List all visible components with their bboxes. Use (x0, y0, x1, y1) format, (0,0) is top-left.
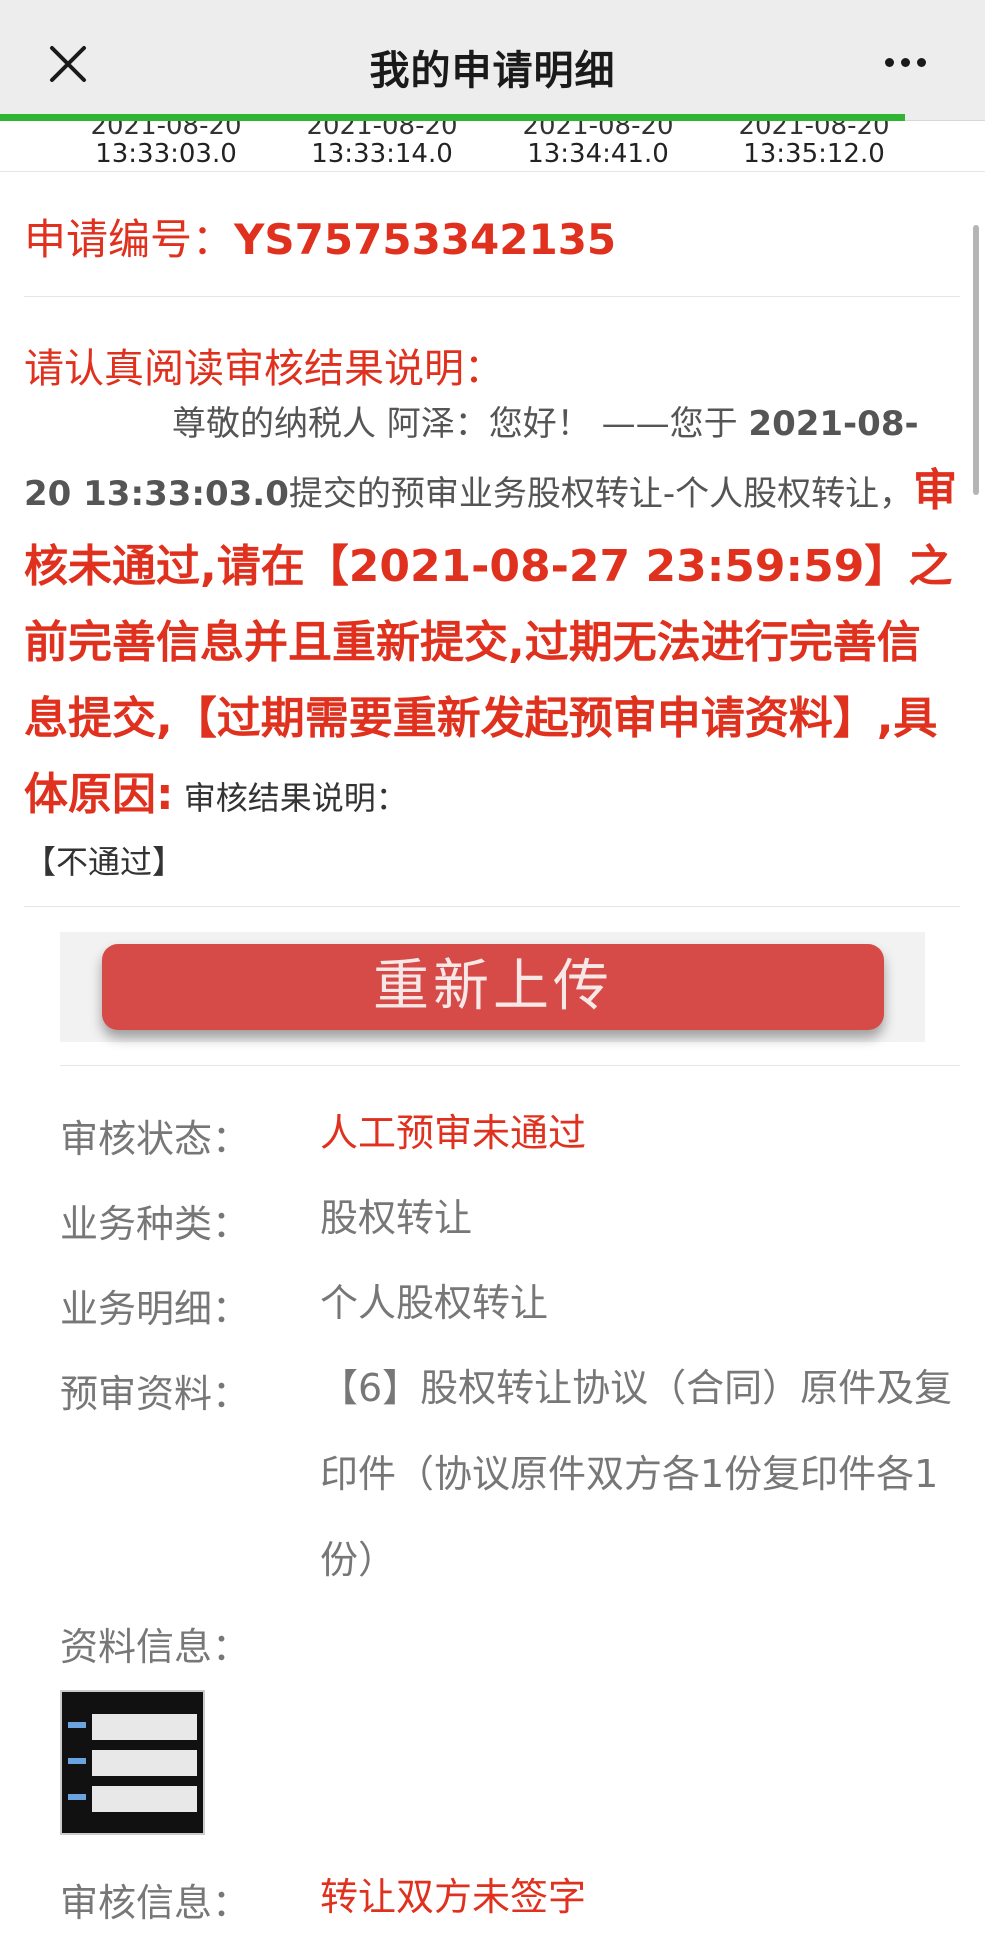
notice-title: 请认真阅读审核结果说明： (24, 346, 504, 392)
type-label: 业务种类： (60, 1202, 251, 1246)
info-label: 资料信息： (60, 1625, 251, 1669)
reupload-button[interactable]: 重新上传 (102, 944, 884, 1030)
status-value: 人工预审未通过 (320, 1111, 587, 1155)
timeline-row: 2021-08-20 13:33:03.0 2021-08-20 13:33:1… (0, 121, 985, 172)
result-value: 【不通过】 (24, 843, 185, 881)
status-label: 审核状态： (60, 1117, 251, 1161)
reupload-area: 重新上传 (60, 932, 925, 1042)
timeline-time: 13:33:03.0 (95, 139, 237, 169)
material-label: 预审资料： (60, 1372, 251, 1416)
divider (24, 296, 960, 297)
timeline-item: 2021-08-20 13:33:14.0 (262, 121, 502, 169)
timeline-item: 2021-08-20 13:34:41.0 (478, 121, 718, 169)
timeline-date: 2021-08-20 (738, 121, 890, 141)
notice-body: 尊敬的纳税人 阿泽：您好！ ——您于 2021-08-20 13:33:03.0… (24, 395, 962, 891)
detail-value: 个人股权转让 (320, 1281, 549, 1325)
material-thumbnail[interactable] (60, 1690, 205, 1835)
page-load-progress (0, 114, 905, 121)
scrollbar[interactable] (973, 225, 979, 495)
result-label: 审核结果说明： (173, 779, 408, 817)
timeline-time: 13:33:14.0 (311, 139, 453, 169)
detail-label: 业务明细： (60, 1287, 251, 1331)
application-number: 申请编号：YS75753342135 (24, 206, 616, 267)
timeline-time: 13:35:12.0 (743, 139, 885, 169)
application-number-value: YS75753342135 (234, 215, 617, 264)
timeline-item: 2021-08-20 13:35:12.0 (694, 121, 934, 169)
more-icon[interactable] (885, 52, 935, 72)
timeline-date: 2021-08-20 (306, 121, 458, 141)
review-label: 审核信息： (60, 1881, 251, 1925)
title-bar: 我的申请明细 (0, 0, 985, 121)
page-title: 我的申请明细 (369, 48, 616, 94)
review-value: 转让双方未签字 (320, 1875, 587, 1919)
timeline-date: 2021-08-20 (90, 121, 242, 141)
timeline-time: 13:34:41.0 (527, 139, 669, 169)
application-number-label: 申请编号： (24, 215, 235, 264)
material-value: 【6】股权转让协议（合同）原件及复印件（协议原件双方各1份复印件各1份） (320, 1366, 953, 1582)
notice-warning: 审核未通过,请在【2021-08-27 23:59:59】之前完善信息并且重新提… (24, 465, 958, 820)
notice-greeting: 尊敬的纳税人 阿泽：您好！ ——您于 (172, 404, 749, 444)
timeline-date: 2021-08-20 (522, 121, 674, 141)
divider (24, 906, 960, 907)
divider (60, 1065, 960, 1066)
type-value: 股权转让 (320, 1196, 473, 1240)
notice-body-text: 提交的预审业务股权转让-个人股权转让， (288, 474, 914, 514)
timeline-item: 2021-08-20 13:33:03.0 (46, 121, 286, 169)
